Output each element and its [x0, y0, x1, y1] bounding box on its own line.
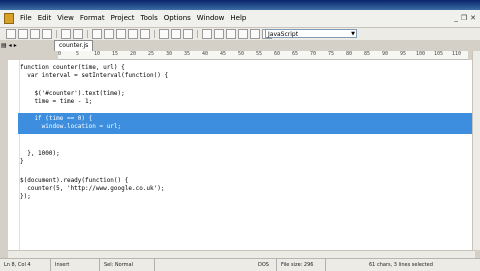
ruler-mark: 75	[328, 51, 335, 57]
menu-view[interactable]: View	[54, 10, 77, 27]
ruler-mark: 30	[166, 51, 173, 57]
editor-gutter	[8, 60, 20, 250]
app-icon[interactable]	[4, 13, 14, 24]
status-selection-mode[interactable]: Sel: Normal	[100, 259, 155, 271]
horizontal-scrollbar[interactable]	[8, 250, 475, 258]
ruler-mark: 45	[220, 51, 227, 57]
menu-project[interactable]: Project	[108, 10, 138, 27]
code-line: time = time - 1;	[20, 98, 93, 105]
ruler-mark: 100	[416, 51, 426, 57]
ruler-mark: 95	[400, 51, 407, 57]
status-file-size: File size: 296	[277, 259, 326, 271]
undo-icon[interactable]	[128, 29, 138, 39]
open-icon[interactable]	[18, 29, 28, 39]
menu-options[interactable]: Options	[161, 10, 194, 27]
ruler-mark: 60	[274, 51, 281, 57]
menu-help[interactable]: Help	[227, 10, 249, 27]
tab-counter-js[interactable]: counter.js	[54, 40, 94, 51]
tab-next-icon[interactable]: ▸	[14, 42, 17, 49]
code-line-selected: if (time == 0) {	[20, 115, 93, 122]
ruler-mark: 90	[382, 51, 389, 57]
chevron-down-icon: ▼	[351, 31, 355, 37]
ruler-icon[interactable]	[214, 29, 224, 39]
word-wrap-icon[interactable]	[202, 29, 212, 39]
tab-nav: ▤ ◂ ▸	[0, 40, 50, 51]
cut-icon[interactable]	[92, 29, 102, 39]
restore-icon[interactable]: ❐	[461, 14, 467, 22]
code-line: }	[20, 158, 24, 165]
spellcheck-icon[interactable]	[238, 29, 248, 39]
toolbar	[0, 28, 480, 40]
ruler-mark: 80	[346, 51, 353, 57]
redo-icon[interactable]	[140, 29, 150, 39]
save-all-icon[interactable]	[42, 29, 52, 39]
replace-icon[interactable]	[171, 29, 181, 39]
ruler-mark: 85	[364, 51, 371, 57]
code-line: $('#counter').text(time);	[20, 90, 125, 97]
code-line: $(document).ready(function() {	[20, 177, 129, 184]
menu-file[interactable]: File	[17, 10, 35, 27]
goto-icon[interactable]	[183, 29, 193, 39]
language-select[interactable]: JavaScript ▼	[265, 29, 357, 38]
ruler-mark: 0	[58, 51, 62, 57]
ruler-mark: 5	[76, 51, 80, 57]
status-insert-mode[interactable]: Insert	[51, 259, 100, 271]
column-ruler: 0 5 10 15 20 25 30 35 40 45 50 55 60 65 …	[58, 51, 468, 60]
toolbar-separator	[87, 30, 88, 38]
paste-icon[interactable]	[116, 29, 126, 39]
preview-icon[interactable]	[73, 29, 83, 39]
browser-icon[interactable]	[250, 29, 260, 39]
print-icon[interactable]	[61, 29, 71, 39]
ruler-mark: 35	[184, 51, 191, 57]
ruler-mark: 25	[148, 51, 155, 57]
new-file-icon[interactable]	[6, 29, 16, 39]
status-position: Ln 8, Col 4	[0, 259, 51, 271]
vertical-scrollbar[interactable]	[472, 51, 480, 250]
menu-edit[interactable]: Edit	[35, 10, 55, 27]
title-bar	[0, 0, 480, 10]
code-line: var interval = setInterval(function() {	[20, 72, 169, 79]
find-icon[interactable]	[159, 29, 169, 39]
menu-window[interactable]: Window	[194, 10, 228, 27]
toolbar-separator	[197, 30, 198, 38]
selection-highlight: if (time == 0) { window.location = url;	[18, 113, 475, 134]
code-line-selected: window.location = url;	[20, 123, 122, 130]
menu-format[interactable]: Format	[77, 10, 108, 27]
file-list-icon[interactable]: ▤	[1, 42, 7, 49]
ruler-mark: 15	[112, 51, 119, 57]
ruler-mark: 65	[292, 51, 299, 57]
window-controls: _ ❐ ✕	[454, 14, 476, 22]
status-bar: Ln 8, Col 4 Insert Sel: Normal DOS File …	[0, 258, 480, 271]
save-icon[interactable]	[30, 29, 40, 39]
line-number-icon[interactable]	[226, 29, 236, 39]
ruler-mark: 55	[256, 51, 263, 57]
status-line-ending: DOS	[254, 259, 277, 271]
code-line: counter(5, 'http://www.google.co.uk');	[20, 185, 165, 192]
toolbar-separator	[56, 30, 57, 38]
ruler-mark: 110	[452, 51, 462, 57]
toolbar-separator	[154, 30, 155, 38]
ruler-mark: 20	[130, 51, 137, 57]
ruler-mark: 10	[94, 51, 101, 57]
tab-bar: ▤ ◂ ▸ counter.js	[0, 40, 480, 51]
ruler-mark: 70	[310, 51, 317, 57]
ruler-mark: 105	[434, 51, 444, 57]
menu-bar: File Edit View Format Project Tools Opti…	[0, 10, 480, 28]
ruler-mark: 50	[238, 51, 245, 57]
menu-tools[interactable]: Tools	[138, 10, 161, 27]
minimize-icon[interactable]: _	[454, 14, 458, 22]
code-line: });	[20, 193, 31, 200]
ruler-mark: 40	[202, 51, 209, 57]
tab-prev-icon[interactable]: ◂	[9, 42, 12, 49]
code-line: function counter(time, url) {	[20, 64, 125, 71]
close-icon[interactable]: ✕	[470, 14, 476, 22]
status-selection-info: 61 chars, 3 lines selected	[369, 262, 433, 268]
code-line: }, 1000);	[20, 150, 60, 157]
code-editor[interactable]	[8, 60, 475, 250]
copy-icon[interactable]	[104, 29, 114, 39]
